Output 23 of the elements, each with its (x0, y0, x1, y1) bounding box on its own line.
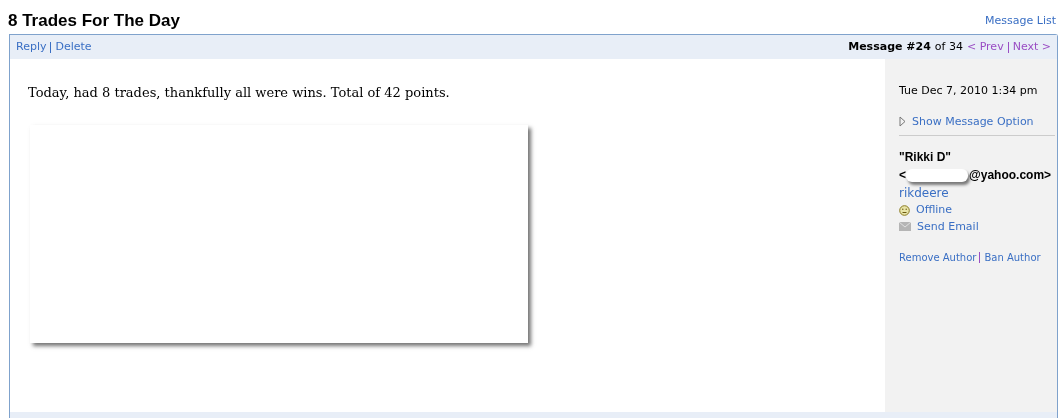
prev-link[interactable]: < Prev (966, 38, 1004, 56)
message-date: Tue Dec 7, 2010 1:34 pm (899, 83, 1039, 99)
message-count: of 34 (934, 38, 963, 55)
message-body: Today, had 8 trades, thankfully all were wins. Total of 42 points. (28, 84, 451, 102)
message-number: Message #24 (848, 38, 931, 55)
redaction-patch (906, 168, 968, 182)
status-face-icon (899, 204, 910, 216)
show-options-link[interactable]: Show Message Option (899, 113, 1055, 130)
next-link[interactable]: Next > (1012, 38, 1051, 56)
email-bracket: < (899, 167, 906, 184)
status-text: Offline (916, 202, 953, 218)
send-email-link[interactable]: Send Email (899, 218, 1055, 235)
email-domain: @yahoo.com> (969, 167, 1052, 184)
toolbar-link[interactable]: Delete (55, 38, 92, 56)
username-link[interactable]: rikdeere (899, 184, 1055, 202)
admin-link[interactable]: Ban Author (984, 250, 1041, 265)
toolbar-link[interactable]: Reply (16, 38, 47, 56)
triangle-icon (899, 116, 906, 128)
admin-link[interactable]: Remove Author (899, 250, 977, 265)
page-title: 8 Trades For The Day (8, 10, 180, 32)
envelope-icon (899, 222, 911, 232)
author-name: "Rikki D" (899, 149, 953, 166)
message-list-link[interactable]: Message List (985, 12, 1056, 29)
